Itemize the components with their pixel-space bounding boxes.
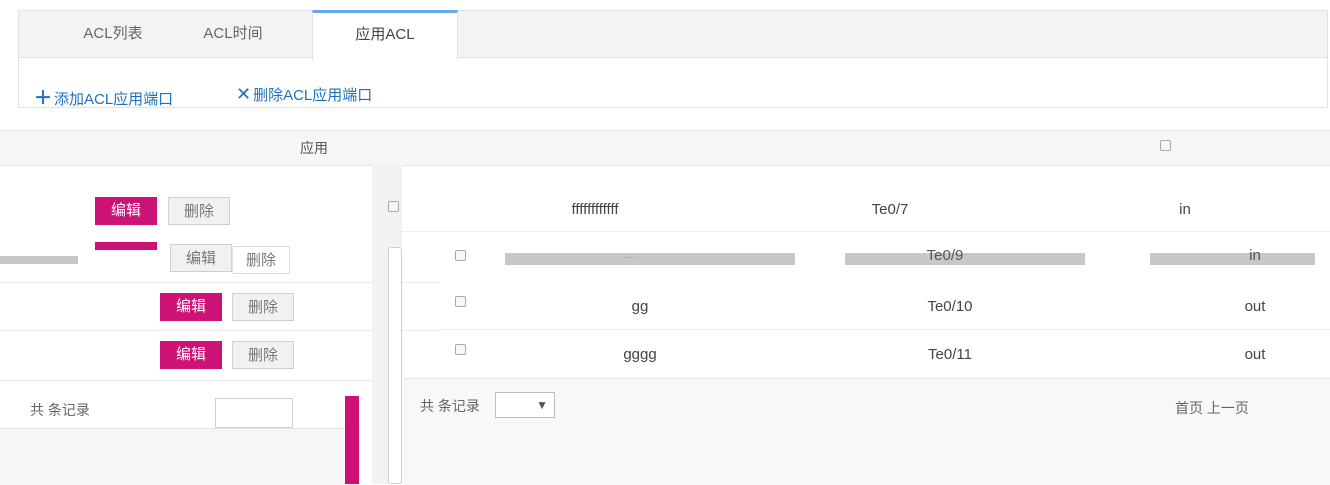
- row-divider: [400, 231, 1330, 232]
- row-1-checkbox[interactable]: [388, 201, 399, 212]
- glitch-bar: [0, 256, 78, 264]
- row-2-checkbox[interactable]: [455, 250, 466, 261]
- toolbar-area: [18, 58, 1328, 108]
- row-1-direction: in: [1179, 201, 1191, 218]
- select-all-checkbox[interactable]: [1160, 140, 1171, 151]
- checkbox[interactable]: [455, 344, 466, 355]
- row-1-name: ffffffffffff: [571, 201, 619, 218]
- delete-button-4[interactable]: 删除: [232, 341, 294, 369]
- plus-icon: ＋: [34, 88, 52, 108]
- pagination-info-left: 共 条记录: [30, 402, 90, 418]
- row-3-name: gg: [631, 298, 649, 315]
- row-4-checkbox[interactable]: [455, 344, 466, 355]
- add-acl-port-button[interactable]: ＋添加ACL应用端口: [34, 84, 173, 110]
- checkbox[interactable]: [1160, 140, 1171, 151]
- row-4-port: Te0/11: [928, 346, 972, 363]
- row-2-port: Te0/9: [926, 247, 964, 264]
- row-4-direction: out: [1244, 346, 1266, 363]
- delete-acl-port-button[interactable]: ✕ 删除ACL应用端口: [236, 84, 372, 105]
- delete-button-1[interactable]: 删除: [168, 197, 230, 225]
- row-4-name: gggg: [623, 346, 657, 363]
- checkbox[interactable]: [388, 201, 399, 212]
- checkbox[interactable]: [455, 250, 466, 261]
- x-icon: ✕: [236, 84, 252, 104]
- scrollbar-thumb[interactable]: [388, 247, 402, 484]
- tab-apply-acl[interactable]: 应用ACL: [312, 10, 458, 60]
- checkbox[interactable]: [455, 296, 466, 307]
- tab-acl-time[interactable]: ACL时间: [178, 10, 288, 58]
- delete-button-3[interactable]: 删除: [232, 293, 294, 321]
- row-2-name: ....: [623, 249, 637, 261]
- left-panel-footer: [0, 428, 360, 485]
- edit-button-1[interactable]: 编辑: [95, 197, 157, 225]
- pagination-nav[interactable]: 首页 上一页: [1175, 398, 1249, 418]
- glitch-magenta-strip: [345, 396, 359, 484]
- row-2-direction: in: [1249, 247, 1261, 264]
- row-3-port: Te0/10: [927, 298, 973, 315]
- header-apply: 应用: [300, 140, 328, 156]
- row-3-checkbox[interactable]: [455, 296, 466, 307]
- delete-acl-port-label: 删除ACL应用端口: [253, 87, 373, 104]
- divider: [0, 380, 400, 381]
- row-divider: [440, 329, 1330, 330]
- page-input[interactable]: [215, 398, 293, 428]
- edit-button-3[interactable]: 编辑: [160, 293, 222, 321]
- delete-button-2a[interactable]: 编辑: [170, 244, 232, 272]
- row-3-direction: out: [1244, 298, 1266, 315]
- row-1-port: Te0/7: [871, 201, 909, 218]
- pagination-page-size-label: 共 条记录: [420, 398, 480, 414]
- page-size-select[interactable]: ▼: [495, 392, 555, 418]
- delete-button-2[interactable]: 删除: [232, 246, 290, 274]
- edit-button-2[interactable]: [95, 242, 157, 250]
- glitch-bar: [1150, 253, 1315, 265]
- table-header: [0, 130, 1330, 166]
- edit-button-4[interactable]: 编辑: [160, 341, 222, 369]
- tab-acl-list[interactable]: ACL列表: [58, 10, 168, 58]
- add-acl-port-label: 添加ACL应用端口: [54, 91, 174, 108]
